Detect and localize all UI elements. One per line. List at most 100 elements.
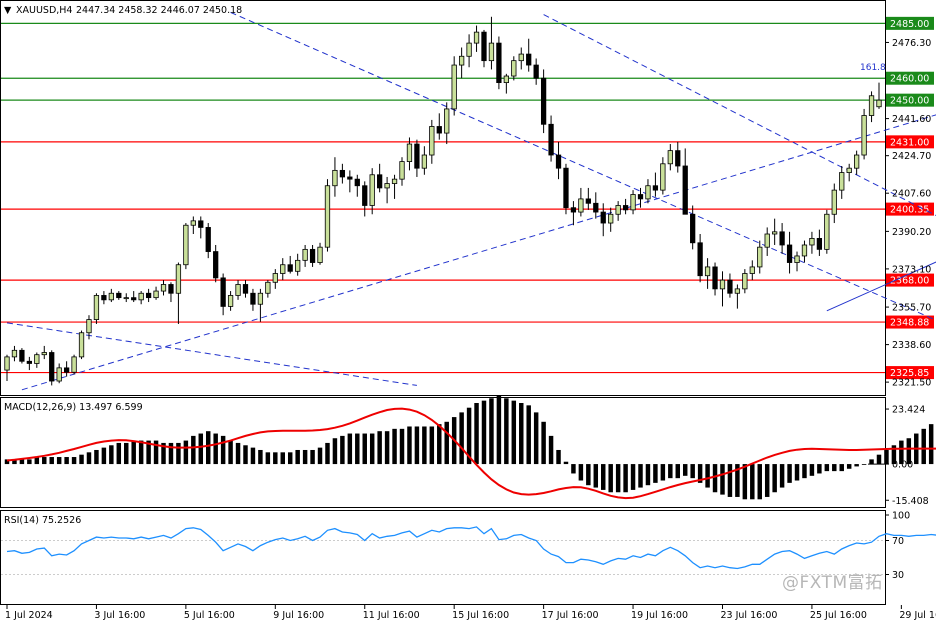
macd-histogram-bar bbox=[869, 459, 874, 465]
macd-histogram-bar bbox=[325, 442, 330, 465]
bull-candle bbox=[4, 356, 10, 371]
rsi-panel bbox=[0, 510, 886, 605]
macd-histogram-bar bbox=[548, 435, 554, 465]
x-tick-label: 15 Jul 16:00 bbox=[452, 610, 509, 621]
macd-histogram-bar bbox=[563, 461, 569, 465]
bull-candle bbox=[660, 163, 666, 191]
bull-candle bbox=[719, 279, 726, 290]
bull-candle bbox=[183, 224, 189, 266]
macd-histogram-bar bbox=[742, 464, 748, 500]
macd-histogram-bar bbox=[638, 464, 643, 488]
macd-histogram-bar bbox=[511, 400, 517, 465]
chart-canvas: 2485.00 2460.00 2450.00 2431.00 2400.35 2368.… bbox=[0, 0, 936, 621]
macd-histogram-bar bbox=[481, 400, 487, 465]
bear-candle bbox=[555, 154, 562, 169]
bull-candle bbox=[227, 295, 234, 307]
bear-candle bbox=[354, 178, 360, 187]
macd-histogram-bar bbox=[287, 452, 293, 465]
bear-candle bbox=[548, 123, 554, 156]
price-y-tick-label: 2424.70 bbox=[892, 151, 931, 162]
bull-candle bbox=[369, 174, 375, 206]
price-y-tick-label: 2355.70 bbox=[892, 303, 931, 314]
macd-histogram-bar bbox=[399, 428, 405, 465]
macd-title: MACD(12,26,9) 13.497 6.599 bbox=[4, 402, 143, 413]
macd-histogram-bar bbox=[71, 457, 77, 465]
bear-candle bbox=[250, 292, 256, 305]
macd-histogram-bar bbox=[757, 464, 762, 500]
macd-histogram-bar bbox=[623, 464, 628, 493]
macd-histogram-bar bbox=[750, 464, 755, 500]
x-tick-label: 11 Jul 16:00 bbox=[363, 610, 420, 621]
header-symbol: XAUUSD,H4 bbox=[16, 5, 72, 16]
bull-candle bbox=[518, 53, 524, 62]
macd-histogram-bar bbox=[429, 426, 435, 465]
bull-candle bbox=[429, 126, 435, 156]
x-tick-label: 1 Jul 2024 bbox=[5, 610, 53, 621]
macd-histogram-bar bbox=[876, 454, 882, 465]
macd-histogram-bar bbox=[228, 440, 233, 465]
price-y-tick-label: 2390.20 bbox=[892, 227, 931, 238]
macd-histogram-bar bbox=[392, 428, 397, 465]
macd-histogram-bar bbox=[928, 424, 934, 465]
macd-histogram-bar bbox=[615, 464, 621, 493]
bull-candle bbox=[123, 297, 129, 300]
bull-candle bbox=[466, 42, 472, 57]
bear-candle bbox=[570, 207, 577, 213]
bull-candle bbox=[511, 60, 517, 77]
macd-histogram-bar bbox=[608, 464, 613, 493]
rsi-y-tick-label: 70 bbox=[892, 536, 904, 547]
macd-histogram-bar bbox=[712, 464, 718, 493]
macd-histogram-bar bbox=[682, 464, 688, 476]
bull-candle bbox=[265, 281, 271, 294]
macd-histogram-bar bbox=[94, 449, 99, 465]
bear-candle bbox=[533, 64, 539, 79]
rsi-y-tick-label: 30 bbox=[892, 570, 904, 581]
bull-candle bbox=[34, 354, 40, 364]
macd-histogram-bar bbox=[258, 449, 263, 465]
macd-histogram-bar bbox=[332, 438, 338, 465]
bear-candle bbox=[697, 242, 703, 277]
bear-candle bbox=[496, 42, 502, 84]
bull-candle bbox=[41, 352, 47, 356]
macd-histogram-bar bbox=[109, 445, 114, 465]
bull-candle bbox=[876, 99, 882, 108]
macd-histogram-bar bbox=[265, 452, 271, 465]
macd-histogram-bar bbox=[362, 433, 367, 465]
bull-candle bbox=[868, 95, 875, 116]
rsi-title: RSI(14) 75.2526 bbox=[4, 515, 81, 526]
bull-candle bbox=[93, 295, 100, 320]
bull-candle bbox=[839, 172, 845, 191]
macd-histogram-bar bbox=[668, 464, 673, 479]
bull-candle bbox=[749, 266, 755, 274]
macd-histogram-bar bbox=[86, 452, 92, 465]
bull-candle bbox=[391, 178, 398, 184]
bear-candle bbox=[362, 185, 368, 206]
bull-candle bbox=[458, 55, 465, 66]
macd-histogram-bar bbox=[645, 464, 651, 486]
bull-candle bbox=[503, 75, 509, 84]
bull-candle bbox=[801, 244, 808, 257]
header-ohlc: 2447.34 2458.32 2446.07 2450.18 bbox=[76, 5, 242, 16]
header-menu-icon[interactable]: ▼ bbox=[4, 5, 12, 16]
macd-histogram-bar bbox=[541, 421, 546, 465]
bull-candle bbox=[302, 248, 308, 261]
bull-candle bbox=[175, 264, 182, 294]
macd-y-tick-label: 0.00 bbox=[892, 460, 913, 471]
bull-candle bbox=[138, 292, 144, 301]
macd-histogram-bar bbox=[377, 431, 382, 465]
macd-histogram-bar bbox=[205, 431, 211, 465]
bear-candle bbox=[675, 150, 681, 167]
macd-histogram-bar bbox=[705, 464, 710, 488]
bear-candle bbox=[585, 198, 591, 204]
macd-histogram-bar bbox=[884, 449, 889, 465]
bear-candle bbox=[168, 284, 174, 294]
x-tick-label: 29 Jul 16:00 bbox=[899, 610, 936, 621]
macd-histogram-bar bbox=[56, 457, 62, 465]
macd-histogram-bar bbox=[556, 449, 561, 465]
bull-candle bbox=[451, 64, 457, 110]
macd-histogram-bar bbox=[601, 464, 606, 490]
horizontal-level-label: 2368.00 bbox=[890, 276, 929, 287]
bull-candle bbox=[444, 108, 450, 134]
bear-candle bbox=[213, 251, 219, 279]
macd-histogram-bar bbox=[720, 464, 725, 495]
